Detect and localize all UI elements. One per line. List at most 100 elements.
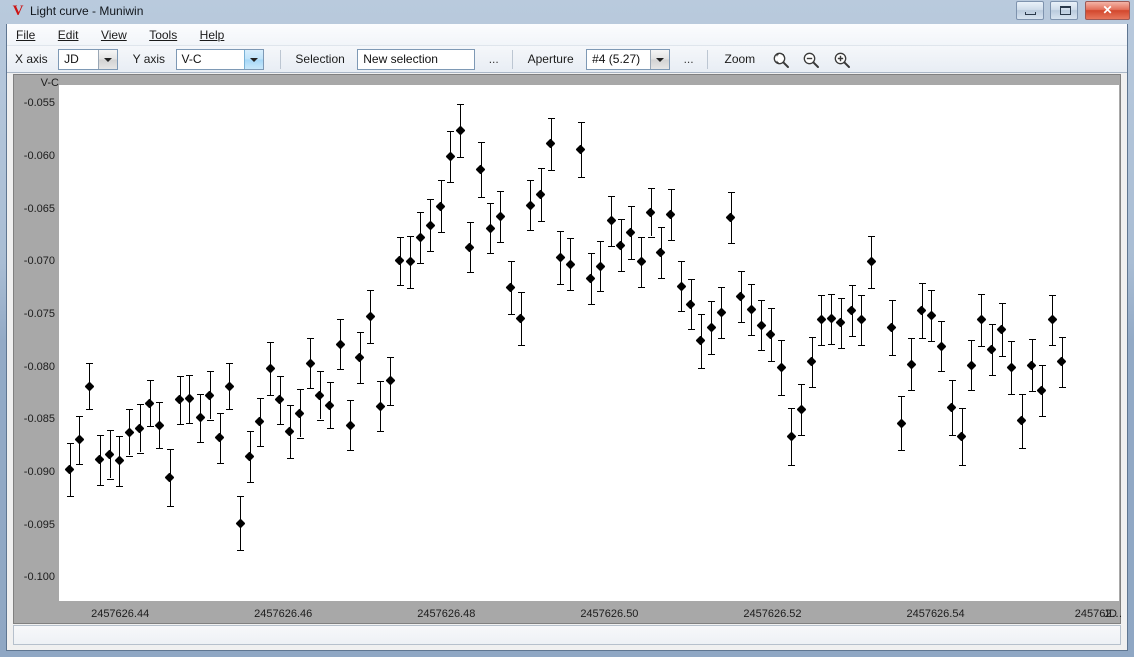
error-bar-cap [237,496,244,497]
error-bar-cap [1019,394,1026,395]
plot-area[interactable] [59,85,1119,601]
data-marker [806,357,817,367]
error-bar-cap [919,283,926,284]
error-bar-cap [497,242,504,243]
data-marker [776,362,787,373]
status-bar [13,625,1121,645]
error-bar-cap [889,300,896,301]
error-bar-cap [728,192,735,193]
menu-help[interactable]: Help [191,24,234,46]
error-bar-cap [397,237,404,238]
data-marker [324,400,335,411]
aperture-more-button[interactable]: ... [675,46,703,73]
error-bar-cap [608,196,615,197]
data-marker [345,420,356,431]
error-bar-cap [989,375,996,376]
close-button[interactable]: ✕ [1085,1,1130,20]
minimize-button[interactable] [1016,1,1045,20]
data-marker [565,259,576,269]
error-bar-cap [217,413,224,414]
data-marker [515,313,526,324]
error-bar-cap [277,424,284,425]
error-bar-cap [868,236,875,237]
toolbar-separator [279,50,281,69]
error-bar-cap [658,278,665,279]
error-bar-cap [999,303,1006,304]
error-bar-cap [818,345,825,346]
error-bar-cap [487,203,494,204]
light-curve-chart[interactable]: V-C -0.100 -0.095 -0.090 -0.085 -0.080 -0.075… [13,74,1122,624]
data-marker [1047,314,1058,325]
error-bar-cap [367,343,374,344]
data-marker [184,393,195,404]
error-bar-cap [938,321,945,322]
zoom-out-icon[interactable] [798,46,824,73]
data-marker [525,200,536,210]
zoom-fit-icon[interactable] [768,46,794,73]
error-bar-cap [407,236,414,237]
aperture-select[interactable]: #4 (5.27) [586,49,671,70]
data-marker [445,151,456,162]
error-bar-cap [567,238,574,239]
error-bar-cap [597,291,604,292]
x-axis-select[interactable]: JD [58,49,119,70]
error-bar-cap [1008,341,1015,342]
error-bar-cap [959,465,966,466]
x-axis-label: X axis [15,52,48,66]
data-marker [204,390,215,401]
error-bar-cap [186,423,193,424]
y-axis-tick: -0.090 [23,466,55,479]
error-bar-cap [457,104,464,105]
error-bar-cap [708,301,715,302]
error-bar-cap [718,338,725,339]
error-bar-cap [508,261,515,262]
menu-tools[interactable]: Tools [140,24,186,46]
error-bar-cap [327,428,334,429]
error-bar-cap [487,253,494,254]
error-bar-cap [247,431,254,432]
error-bar-cap [167,449,174,450]
error-bar-cap [638,287,645,288]
error-bar-cap [377,381,384,382]
y-axis-tick: -0.085 [23,413,55,426]
data-marker [555,252,566,263]
data-marker [735,291,746,302]
zoom-in-icon[interactable] [829,46,855,73]
selection-input[interactable]: New selection [357,49,476,70]
error-bar-cap [798,435,805,436]
y-axis-select[interactable]: V-C [175,49,264,70]
error-bar-cap [938,371,945,372]
aperture-label: Aperture [527,52,574,66]
error-bar-cap [949,380,956,381]
menu-view[interactable]: View [92,24,136,46]
error-bar-cap [597,241,604,242]
error-bar-cap [548,118,555,119]
error-bar-cap [156,448,163,449]
error-bar-cap [849,336,856,337]
error-bar-cap [438,232,445,233]
data-marker [354,352,365,363]
data-marker [646,207,656,218]
error-bar-cap [197,394,204,395]
data-marker [244,451,255,462]
toolbar: X axis JD Y axis V-C Selection New selec… [7,46,1127,73]
data-marker [505,282,516,293]
error-bar-cap [889,355,896,356]
error-bar-cap [978,346,985,347]
light-curve-window: V Light curve - Muniwin ✕ File Edit View… [0,0,1134,657]
error-bar-cap [798,384,805,385]
error-bar-cap [337,369,344,370]
error-bar-cap [748,335,755,336]
selection-more-button[interactable]: ... [480,46,508,73]
maximize-button[interactable] [1049,1,1078,20]
error-bar-cap [427,199,434,200]
error-bar-cap [648,237,655,238]
menu-edit[interactable]: Edit [49,24,88,46]
data-marker [405,256,416,267]
error-bar-cap [267,395,274,396]
error-bar-cap [868,288,875,289]
x-axis-tick: 2457626.50 [580,608,639,620]
error-bar-cap [728,243,735,244]
menu-file[interactable]: File [7,24,44,46]
data-marker [836,318,846,328]
